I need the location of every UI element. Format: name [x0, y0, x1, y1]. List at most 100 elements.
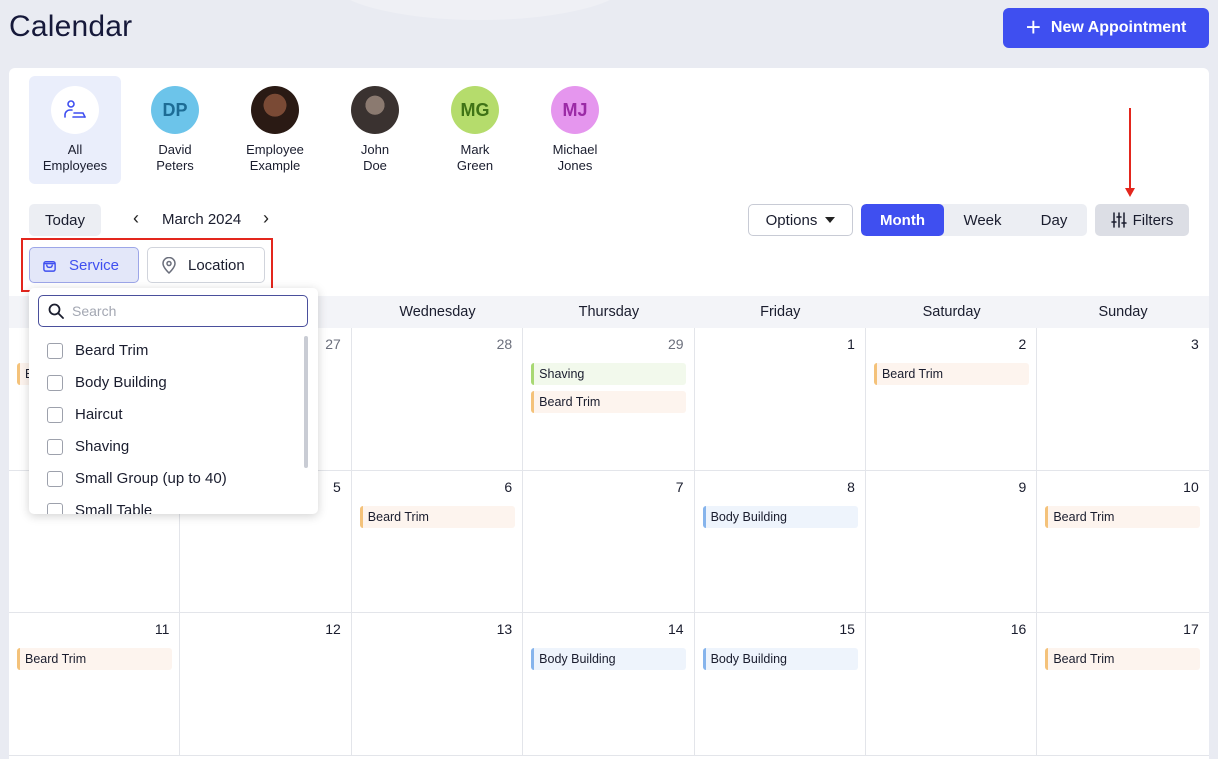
day-number: 6 [504, 478, 513, 495]
appointment-event[interactable]: Body Building [702, 648, 858, 670]
day-cell[interactable]: 7 [523, 470, 695, 612]
checkbox[interactable] [47, 438, 63, 455]
avatar [351, 86, 399, 134]
search-input[interactable] [72, 303, 272, 319]
shopping-bag-icon [43, 260, 56, 272]
day-number: 7 [675, 478, 684, 495]
avatar: MG [451, 86, 499, 134]
day-cell[interactable]: 3 [1037, 328, 1208, 470]
employee-name: John Doe [360, 142, 390, 173]
checkbox[interactable] [47, 374, 63, 391]
day-cell[interactable]: 16 [866, 613, 1038, 755]
service-option[interactable]: Shaving [47, 438, 129, 455]
option-label: Shaving [75, 438, 130, 455]
day-cell[interactable]: 12 [180, 613, 352, 755]
service-option[interactable]: Small Group (up to 40) [47, 470, 227, 487]
day-cell[interactable]: 6 Beard Trim [352, 470, 524, 612]
appointment-event[interactable]: Beard Trim [1045, 648, 1201, 670]
day-cell[interactable]: 11 Beard Trim [9, 613, 181, 755]
filters-button[interactable]: Filters [1095, 204, 1189, 236]
map-pin-icon [162, 256, 176, 274]
appointment-event[interactable]: Beard Trim [359, 505, 515, 528]
day-number: 16 [1010, 621, 1027, 637]
day-cell[interactable]: 14 Body Building [523, 613, 695, 755]
employees-group-icon [51, 86, 99, 134]
day-cell[interactable]: 28 [352, 328, 524, 470]
chevron-right-icon[interactable]: › [263, 208, 269, 229]
service-option[interactable]: Small Table [47, 502, 152, 514]
search-field[interactable] [38, 295, 308, 327]
day-cell[interactable]: 29 Shaving Beard Trim [523, 328, 695, 470]
day-cell[interactable]: 13 [352, 613, 524, 755]
checkbox[interactable] [47, 406, 63, 423]
service-option[interactable]: Haircut [47, 406, 123, 423]
avatar [251, 86, 299, 134]
options-dropdown[interactable]: Options [748, 204, 853, 236]
new-appointment-button[interactable]: + New Appointment [1003, 8, 1209, 48]
checkbox[interactable] [47, 470, 63, 487]
annotation-arrow-head [1125, 188, 1135, 197]
day-cell[interactable]: 1 [695, 328, 866, 470]
service-filter-chip[interactable]: Service [29, 247, 139, 283]
view-day-button[interactable]: Day [1021, 204, 1087, 236]
chevron-left-icon[interactable]: ‹ [133, 208, 139, 229]
employee-david-peters[interactable]: DP David Peters [129, 76, 221, 184]
day-cell[interactable]: 17 Beard Trim [1037, 613, 1208, 755]
day-number: 14 [667, 621, 684, 637]
appointment-event[interactable]: Body Building [702, 505, 858, 528]
option-label: Small Group (up to 40) [75, 470, 227, 487]
day-cell[interactable]: 15 Body Building [695, 613, 866, 755]
weekday-label: Friday [760, 304, 801, 320]
day-number: 1 [847, 336, 855, 352]
day-cell[interactable]: 9 [866, 470, 1038, 612]
background-decoration [330, 0, 630, 20]
appointment-event[interactable]: Beard Trim [873, 363, 1029, 385]
employee-john-doe[interactable]: John Doe [329, 76, 421, 184]
day-number: 13 [496, 621, 513, 637]
view-month-button[interactable]: Month [861, 204, 944, 236]
avatar: DP [151, 86, 199, 134]
employee-all[interactable]: All Employees [29, 76, 121, 184]
annotation-arrow [1129, 108, 1131, 190]
day-number: 17 [1183, 621, 1199, 637]
employee-employee-example[interactable]: Employee Example [229, 76, 321, 184]
appointment-event[interactable]: Beard Trim [1045, 505, 1201, 528]
day-cell[interactable]: 2 Beard Trim [866, 328, 1038, 470]
week-row: 11 Beard Trim 12 13 14 Body Building 15 Body Bu… [9, 613, 1209, 756]
appointment-event[interactable]: Beard Trim [17, 648, 172, 670]
employee-name: Michael Jones [552, 142, 598, 173]
weekday-label: Saturday [922, 304, 981, 320]
calendar-card: All Employees DP David Peters Employee E… [9, 68, 1209, 759]
employee-name: Employee Example [246, 142, 304, 173]
appointment-event[interactable]: Shaving [531, 363, 687, 385]
employee-name: All Employees [42, 142, 108, 173]
checkbox[interactable] [47, 502, 63, 514]
day-number: 10 [1183, 478, 1199, 495]
view-week-button[interactable]: Week [944, 204, 1021, 236]
day-number: 5 [332, 478, 341, 495]
sliders-icon [1110, 212, 1127, 228]
service-chip-label: Service [69, 256, 120, 274]
day-number: 28 [496, 336, 513, 352]
weekday-label: Wednesday [399, 304, 476, 320]
option-label: Small Table [75, 502, 153, 514]
weekday-label: Thursday [578, 304, 640, 320]
filters-label: Filters [1132, 211, 1174, 229]
scrollbar[interactable] [304, 336, 308, 468]
appointment-event[interactable]: Body Building [531, 648, 687, 670]
day-number: 15 [839, 621, 855, 637]
weekday-label: Sunday [1098, 304, 1148, 320]
appointment-event[interactable]: Beard Trim [531, 391, 687, 413]
day-number: 2 [1018, 336, 1027, 352]
day-cell[interactable]: 8 Body Building [695, 470, 866, 612]
checkbox[interactable] [47, 342, 63, 359]
new-appointment-label: New Appointment [1050, 19, 1187, 36]
service-option[interactable]: Beard Trim [47, 342, 148, 359]
employee-mark-green[interactable]: MG Mark Green [429, 76, 521, 184]
employee-michael-jones[interactable]: MJ Michael Jones [529, 76, 621, 184]
employee-name: David Peters [156, 142, 194, 173]
day-cell[interactable]: 10 Beard Trim [1037, 471, 1208, 613]
location-filter-chip[interactable]: Location [147, 247, 265, 283]
service-option[interactable]: Body Building [47, 374, 167, 391]
today-button[interactable]: Today [29, 204, 101, 236]
